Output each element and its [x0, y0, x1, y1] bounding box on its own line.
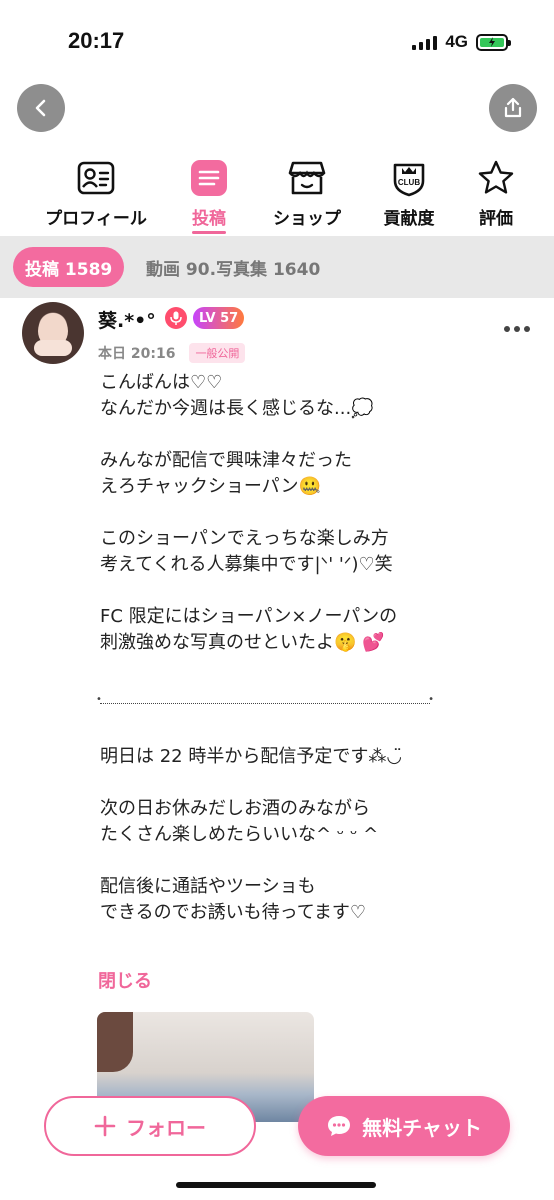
post-paragraph: みんなが配信で興味津々だった えろチャックショーパン🤐	[100, 450, 352, 497]
close-link[interactable]: 閉じる	[98, 967, 152, 993]
status-time: 20:17	[68, 28, 125, 53]
chat-bubble-icon	[328, 1116, 351, 1136]
post-body-continued: 明日は 22 時半から配信予定です⁂◡̈ 次の日お休みだしお酒のみながら たくさ…	[100, 744, 500, 952]
share-icon	[504, 97, 522, 118]
post-paragraph: 次の日お休みだしお酒のみながら たくさん楽しめたらいいな^ ᵕ ᵕ ^	[100, 798, 379, 845]
tab-label: 貢献度	[383, 209, 435, 229]
post-paragraph: FC 限定にはショーパン×ノーパンの 刺激強めな写真のせといたよ🤫 💕	[100, 606, 398, 653]
filter-bar: 投稿 1589 動画 90.写真集 1640	[0, 236, 554, 298]
tab-rating[interactable]: 評価	[466, 158, 526, 229]
star-icon	[476, 158, 516, 198]
tab-profile[interactable]: プロフィール	[36, 158, 156, 229]
tab-label: 評価	[479, 209, 513, 229]
posts-icon	[189, 158, 229, 198]
tab-label: ショップ	[273, 209, 341, 229]
microphone-icon	[165, 307, 187, 329]
battery-icon	[476, 33, 511, 51]
profile-card-icon	[76, 158, 116, 198]
visibility-badge: 一般公開	[189, 343, 246, 363]
active-tab-indicator	[192, 231, 226, 234]
avatar[interactable]	[22, 302, 84, 364]
post-meta: 本日 20:16 一般公開	[98, 343, 246, 363]
post-time: 本日 20:16	[98, 346, 176, 362]
filter-media-count[interactable]: 動画 90.写真集 1640	[146, 255, 320, 280]
signal-icon	[412, 34, 438, 50]
status-indicators: 4G	[412, 32, 511, 52]
post-paragraph: 配信後に通話やツーショも できるのでお誘いも待ってます♡	[100, 876, 366, 923]
tab-label: プロフィール	[45, 209, 147, 229]
chat-label: 無料チャット	[362, 1115, 482, 1140]
share-button[interactable]	[489, 84, 537, 132]
follow-label: フォロー	[126, 1115, 206, 1140]
back-button[interactable]	[17, 84, 65, 132]
tab-label: 投稿	[192, 209, 226, 229]
level-text: LV 57	[199, 310, 239, 326]
post-body: こんばんは♡♡ なんだか今週は長く感じるな...💭 みんなが配信で興味津々だった…	[100, 370, 500, 682]
filter-posts-pill[interactable]: 投稿 1589	[13, 247, 125, 287]
more-options-icon[interactable]	[504, 326, 530, 332]
tab-shop[interactable]: ショップ	[262, 158, 352, 229]
level-badge: LV 57	[193, 307, 245, 329]
post-divider	[96, 694, 434, 705]
tab-posts[interactable]: 投稿	[178, 158, 240, 234]
follow-button[interactable]: フォロー	[44, 1096, 256, 1156]
chevron-left-icon	[35, 99, 46, 117]
post-paragraph: こんばんは♡♡ なんだか今週は長く感じるな...💭	[100, 372, 374, 419]
plus-icon	[94, 1115, 116, 1137]
club-crown-icon: CLUB	[389, 158, 429, 198]
network-type: 4G	[445, 32, 468, 51]
home-indicator	[176, 1182, 376, 1188]
shop-icon	[287, 158, 327, 198]
profile-tabs: プロフィール 投稿 ショップ CLUB 貢献度 評価	[0, 158, 554, 236]
status-bar: 20:17 4G	[0, 0, 554, 80]
post-paragraph: 明日は 22 時半から配信予定です⁂◡̈	[100, 746, 403, 767]
user-name[interactable]: 葵.*•°	[98, 306, 156, 333]
post-paragraph: このショーパンでえっちな楽しみ方 考えてくれる人募集中です|ᐠ' 'ᐟ)♡笑	[100, 528, 393, 575]
svg-text:CLUB: CLUB	[398, 178, 420, 187]
tab-contribution[interactable]: CLUB 貢献度	[374, 158, 444, 229]
free-chat-button[interactable]: 無料チャット	[298, 1096, 510, 1156]
